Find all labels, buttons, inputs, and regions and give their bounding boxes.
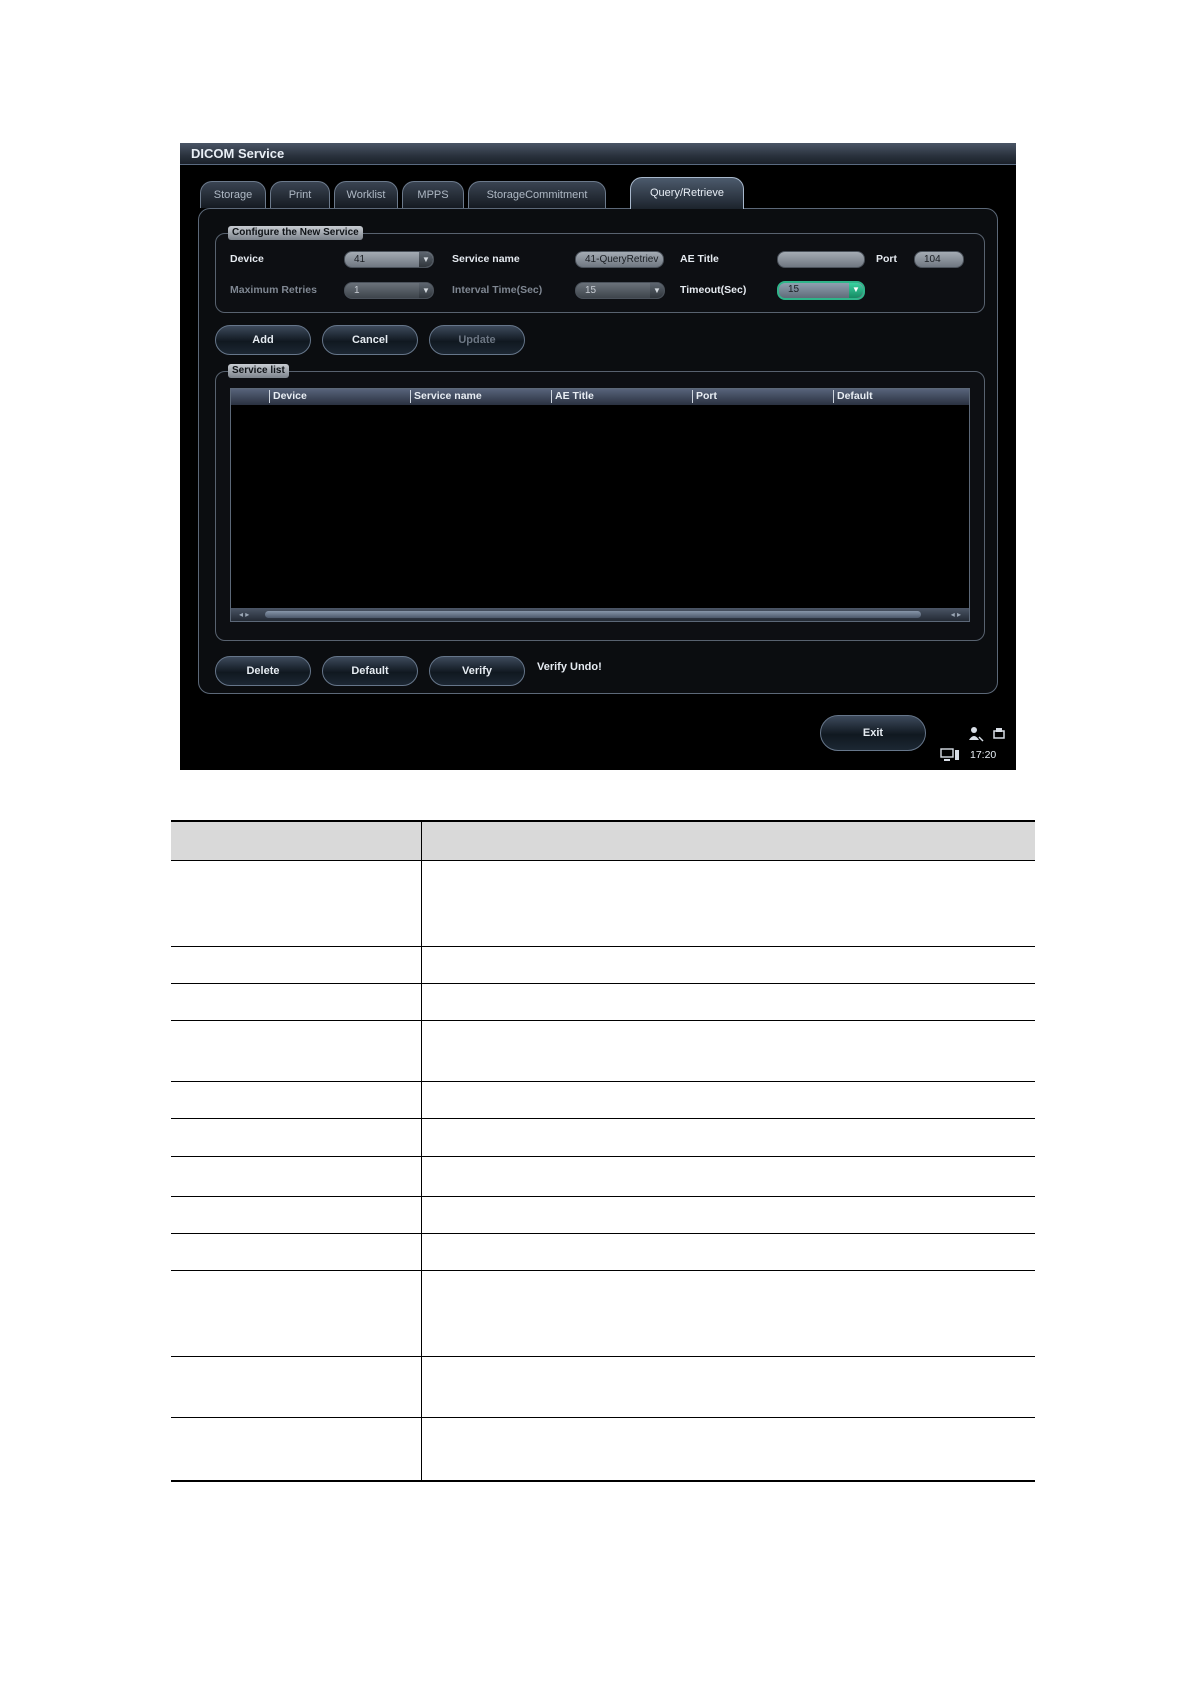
window-titlebar: DICOM Service bbox=[180, 143, 1016, 165]
cancel-button[interactable]: Cancel bbox=[322, 325, 418, 355]
table-row bbox=[171, 947, 1035, 984]
chevron-down-icon: ▼ bbox=[849, 283, 863, 298]
column-header-port[interactable]: Port bbox=[692, 390, 717, 403]
scroll-arrows-icon[interactable]: ◂ ▸ bbox=[951, 608, 961, 621]
add-button[interactable]: Add bbox=[215, 325, 311, 355]
table-row bbox=[171, 1157, 1035, 1197]
column-header-device[interactable]: Device bbox=[269, 390, 307, 403]
device-value: 41 bbox=[354, 254, 366, 265]
device-dropdown[interactable]: 41 ▼ bbox=[344, 251, 434, 268]
table-row bbox=[171, 1197, 1035, 1234]
timeout-value: 15 bbox=[788, 284, 800, 295]
table-header: Device Service name AE Title Port Defaul… bbox=[231, 389, 969, 405]
verify-status-text: Verify Undo! bbox=[537, 661, 602, 673]
port-label: Port bbox=[876, 253, 897, 265]
scrollbar-thumb[interactable] bbox=[265, 611, 921, 618]
scroll-arrows-icon[interactable]: ◂ ▸ bbox=[239, 608, 249, 621]
table-row bbox=[171, 1119, 1035, 1157]
column-header-default[interactable]: Default bbox=[833, 390, 873, 403]
clock: 17:20 bbox=[970, 749, 997, 761]
window-title: DICOM Service bbox=[191, 146, 285, 161]
chevron-down-icon: ▼ bbox=[419, 283, 433, 298]
timeout-label: Timeout(Sec) bbox=[680, 284, 747, 296]
table-row bbox=[171, 984, 1035, 1021]
table-header-row bbox=[171, 822, 1035, 861]
update-button[interactable]: Update bbox=[429, 325, 525, 355]
table-row bbox=[171, 1418, 1035, 1480]
configure-group-label: Configure the New Service bbox=[228, 226, 363, 240]
interval-time-dropdown[interactable]: 15 ▼ bbox=[575, 282, 665, 299]
table-row bbox=[171, 1357, 1035, 1418]
table-row bbox=[171, 861, 1035, 947]
column-header-ae-title[interactable]: AE Title bbox=[551, 390, 594, 403]
description-table bbox=[171, 820, 1035, 1482]
user-icon bbox=[969, 727, 984, 742]
chevron-down-icon: ▼ bbox=[419, 252, 433, 267]
network-monitor-icon bbox=[940, 748, 959, 761]
dicom-service-window: DICOM Service Storage Print Worklist MPP… bbox=[180, 143, 1016, 770]
tab-mpps[interactable]: MPPS bbox=[402, 181, 464, 208]
printer-icon bbox=[993, 728, 1005, 739]
service-name-label: Service name bbox=[452, 253, 520, 265]
service-list-table[interactable]: Device Service name AE Title Port Defaul… bbox=[230, 388, 970, 622]
tab-print[interactable]: Print bbox=[270, 181, 330, 208]
configure-group: Configure the New Service Device 41 ▼ Se… bbox=[215, 226, 985, 313]
timeout-dropdown[interactable]: 15 ▼ bbox=[777, 281, 865, 300]
verify-button[interactable]: Verify bbox=[429, 656, 525, 686]
port-input[interactable]: 104 bbox=[914, 251, 964, 268]
tab-query-retrieve[interactable]: Query/Retrieve bbox=[630, 177, 744, 209]
exit-button[interactable]: Exit bbox=[820, 715, 926, 751]
default-button[interactable]: Default bbox=[322, 656, 418, 686]
table-row bbox=[171, 1234, 1035, 1271]
tab-storage[interactable]: Storage bbox=[200, 181, 266, 208]
table-row bbox=[171, 1082, 1035, 1119]
chevron-down-icon: ▼ bbox=[650, 283, 664, 298]
interval-time-value: 15 bbox=[585, 285, 597, 296]
main-panel: Configure the New Service Device 41 ▼ Se… bbox=[198, 208, 998, 694]
device-label: Device bbox=[230, 253, 264, 265]
column-header-service-name[interactable]: Service name bbox=[410, 390, 482, 403]
horizontal-scrollbar[interactable]: ◂ ▸ ◂ ▸ bbox=[231, 608, 969, 621]
service-list-label: Service list bbox=[228, 364, 289, 378]
service-list-group: Service list Device Service name AE Titl… bbox=[215, 364, 985, 641]
tab-storage-commitment[interactable]: StorageCommitment bbox=[468, 181, 606, 208]
table-row bbox=[171, 1271, 1035, 1357]
tab-worklist[interactable]: Worklist bbox=[334, 181, 398, 208]
interval-time-label: Interval Time(Sec) bbox=[452, 284, 543, 296]
table-row bbox=[171, 1021, 1035, 1082]
delete-button[interactable]: Delete bbox=[215, 656, 311, 686]
ae-title-input[interactable] bbox=[777, 251, 865, 268]
max-retries-dropdown[interactable]: 1 ▼ bbox=[344, 282, 434, 299]
max-retries-label: Maximum Retries bbox=[230, 284, 317, 296]
service-name-input[interactable]: 41-QueryRetriev bbox=[575, 251, 664, 268]
max-retries-value: 1 bbox=[354, 285, 360, 296]
ae-title-label: AE Title bbox=[680, 253, 719, 265]
